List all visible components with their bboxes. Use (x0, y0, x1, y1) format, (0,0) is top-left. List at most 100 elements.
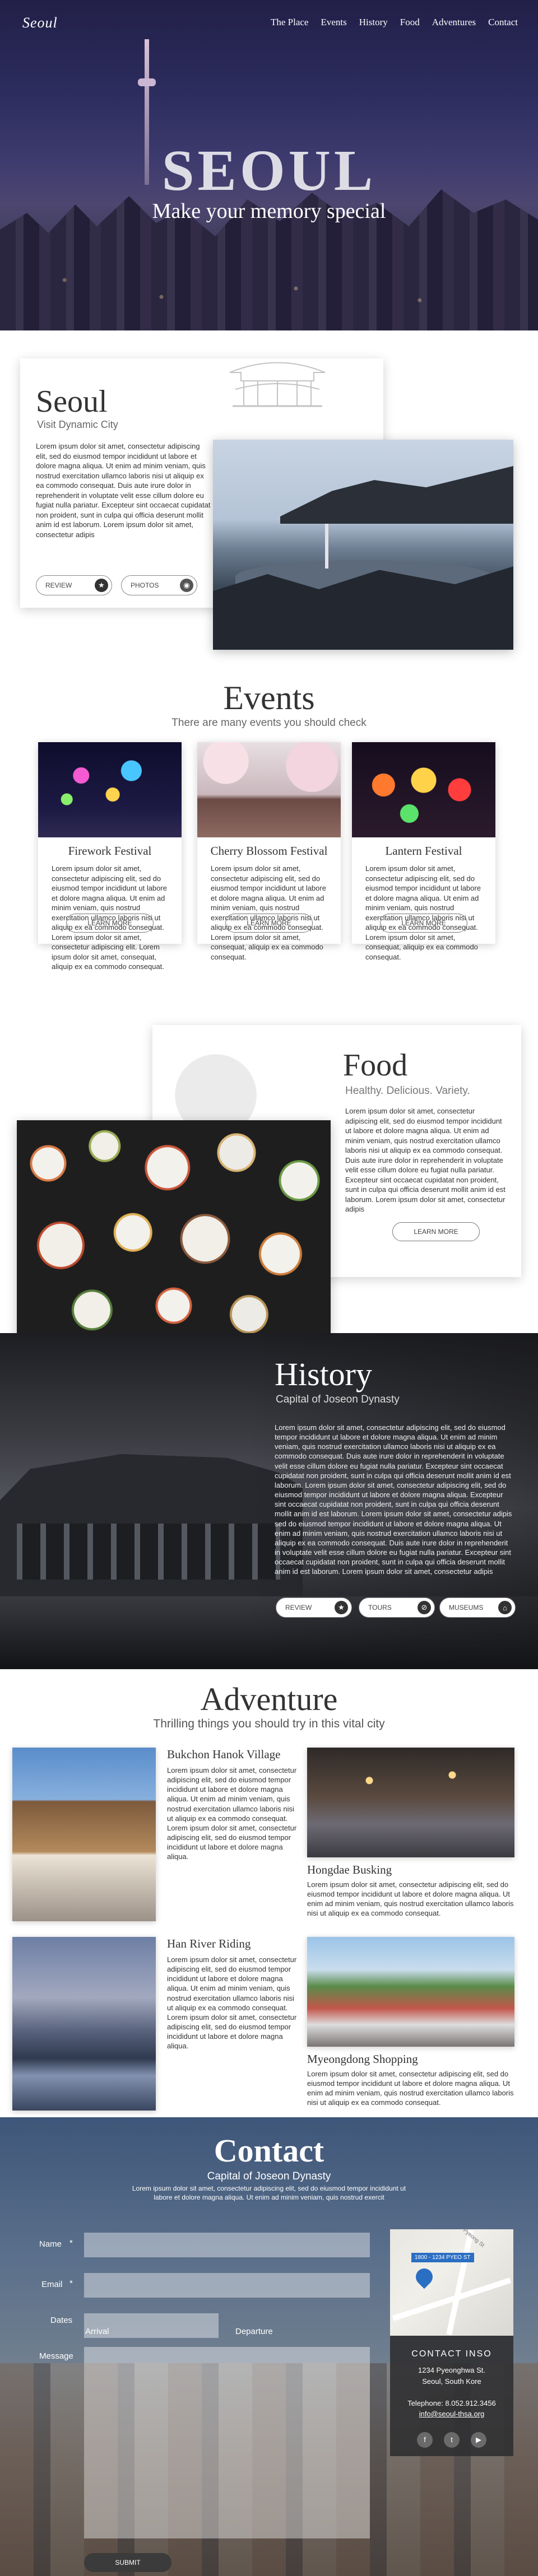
email-label: Email (41, 2280, 63, 2289)
event-body: Lorem ipsum dolor sit amet, consectetur … (211, 864, 326, 961)
adventure-item-body: Lorem ipsum dolor sit amet, consectetur … (167, 1766, 297, 1861)
contact-intro: Lorem ipsum dolor sit amet, consectetur … (132, 2184, 406, 2201)
seoul-body: Lorem ipsum dolor sit amet, consectetur … (36, 442, 211, 539)
learn-more-button[interactable]: LEARN MORE (380, 914, 467, 933)
adventure-section: Adventure Thrilling things you should tr… (0, 1669, 538, 2117)
seoul-section: Seoul Visit Dynamic City Lorem ipsum dol… (0, 330, 538, 678)
cherry-blossom-image (197, 742, 341, 837)
learn-more-button[interactable]: LEARN MORE (66, 914, 154, 933)
events-title: Events (223, 679, 315, 716)
main-nav: The Place Events History Food Adventures… (271, 17, 518, 28)
contact-section: Contact Capital of Joseon Dynasty Lorem … (0, 2117, 538, 2576)
departure-label: Departure (235, 2327, 273, 2336)
tours-label: TOURS (368, 1604, 392, 1611)
seoul-hanok-photo (213, 440, 513, 650)
map-address-tag: 1800 - 1234 PYEO ST (411, 2253, 474, 2262)
submit-button[interactable]: SUBMIT (84, 2553, 171, 2572)
contact-title: Contact (214, 2132, 324, 2169)
food-section: Food Healthy. Delicious. Variety. Lorem … (0, 1014, 538, 1336)
adventure-item-body: Lorem ipsum dolor sit amet, consectetur … (307, 2070, 514, 2107)
adventure-title: Adventure (200, 1681, 338, 1717)
adventure-item-title: Bukchon Hanok Village (167, 1748, 281, 1761)
name-label: Name (39, 2239, 62, 2249)
compass-icon: ⊘ (418, 1601, 431, 1614)
han-river-photo (12, 1937, 156, 2111)
adventure-item-title: Han River Riding (167, 1937, 251, 1950)
seoul-review-button[interactable]: REVIEW ★ (36, 575, 112, 595)
contact-info-panel: CONTACT INSO 1234 Pyeonghwa St. Seoul, S… (390, 2336, 513, 2456)
events-section: Events There are many events you should … (0, 678, 538, 1014)
event-body: Lorem ipsum dolor sit amet, consectetur … (365, 864, 481, 961)
history-tours-button[interactable]: TOURS ⊘ (359, 1597, 435, 1618)
learn-more-button[interactable]: LEARN MORE (225, 914, 313, 933)
map-pin-icon (412, 2265, 437, 2289)
seoul-subtitle: Visit Dynamic City (37, 419, 118, 430)
message-field[interactable] (84, 2347, 370, 2538)
seoul-title: Seoul (36, 384, 108, 419)
star-icon: ★ (335, 1601, 348, 1614)
hero-subtitle: Make your memory special (152, 199, 386, 223)
myeongdong-photo (307, 1937, 514, 2047)
location-map[interactable]: 1800 - 1234 PYEO ST Pyeong St (390, 2227, 513, 2336)
nav-the-place[interactable]: The Place (271, 17, 309, 28)
korean-food-photo (17, 1120, 331, 1336)
email-field[interactable] (84, 2273, 370, 2298)
nav-contact[interactable]: Contact (488, 17, 518, 28)
seoul-photos-button[interactable]: PHOTOS ◉ (121, 575, 197, 595)
event-title: Cherry Blossom Festival (210, 844, 328, 858)
history-subtitle: Capital of Joseon Dynasty (276, 1394, 400, 1405)
social-links: f t ▶ (390, 2431, 513, 2448)
nav-adventures[interactable]: Adventures (432, 17, 476, 28)
arrival-date-field[interactable] (84, 2313, 219, 2338)
hero-title: SEOUL (161, 138, 377, 203)
facebook-icon[interactable]: f (417, 2431, 433, 2448)
palace-line-art (229, 362, 326, 407)
bukchon-photo (12, 1748, 156, 1921)
food-learn-more-button[interactable]: LEARN MORE (392, 1222, 480, 1241)
adventure-item-title: Hongdae Busking (307, 1863, 392, 1876)
history-body: Lorem ipsum dolor sit amet, consectetur … (275, 1423, 512, 1576)
lantern-image (352, 742, 495, 837)
review-label: REVIEW (285, 1604, 312, 1611)
email-link[interactable]: info@seoul-thsa.org (419, 2410, 485, 2418)
review-label: REVIEW (45, 581, 72, 589)
museums-label: MUSEUMS (449, 1604, 484, 1611)
history-title: History (275, 1356, 372, 1392)
youtube-icon[interactable]: ▶ (471, 2431, 486, 2448)
firework-image (38, 742, 182, 837)
site-logo[interactable]: Seoul (22, 15, 58, 31)
photos-label: PHOTOS (131, 581, 159, 589)
history-section: History Capital of Joseon Dynasty Lorem … (0, 1333, 538, 1669)
nav-history[interactable]: History (359, 17, 388, 28)
adventure-item-body: Lorem ipsum dolor sit amet, consectetur … (307, 1880, 514, 1918)
food-subtitle: Healthy. Delicious. Variety. (345, 1085, 470, 1097)
events-subtitle: There are many events you should check (171, 717, 367, 729)
address-line-1: 1234 Pyeonghwa St. (418, 2366, 485, 2374)
nav-events[interactable]: Events (321, 17, 346, 28)
message-label: Message (39, 2351, 73, 2361)
contact-subtitle: Capital of Joseon Dynasty (207, 2170, 331, 2182)
adventure-item-title: Myeongdong Shopping (307, 2052, 418, 2066)
event-title: Firework Festival (68, 844, 152, 858)
museum-icon: ⌂ (498, 1601, 512, 1614)
dates-label: Dates (50, 2316, 73, 2325)
adventure-item-body: Lorem ipsum dolor sit amet, consectetur … (167, 1955, 297, 2051)
nav-food[interactable]: Food (400, 17, 420, 28)
adventure-subtitle: Thrilling things you should try in this … (153, 1717, 385, 1730)
event-card: Firework Festival Lorem ipsum dolor sit … (38, 742, 182, 971)
contact-info-title: CONTACT INSO (411, 2349, 492, 2359)
star-icon: ★ (95, 579, 108, 592)
hero-section: Seoul The Place Events History Food Adve… (0, 0, 538, 330)
twitter-icon[interactable]: t (444, 2431, 460, 2448)
food-title: Food (343, 1048, 408, 1083)
food-body: Lorem ipsum dolor sit amet, consectetur … (345, 1107, 505, 1214)
history-review-button[interactable]: REVIEW ★ (276, 1597, 352, 1618)
history-museums-button[interactable]: MUSEUMS ⌂ (439, 1597, 516, 1618)
name-field[interactable] (84, 2233, 370, 2257)
hongdae-photo (307, 1748, 514, 1857)
event-card: Cherry Blossom Festival Lorem ipsum dolo… (197, 742, 341, 961)
address-line-2: Seoul, South Kore (422, 2377, 481, 2386)
event-card: Lantern Festival Lorem ipsum dolor sit a… (352, 742, 495, 961)
event-title: Lantern Festival (385, 844, 462, 858)
camera-icon: ◉ (180, 579, 193, 592)
